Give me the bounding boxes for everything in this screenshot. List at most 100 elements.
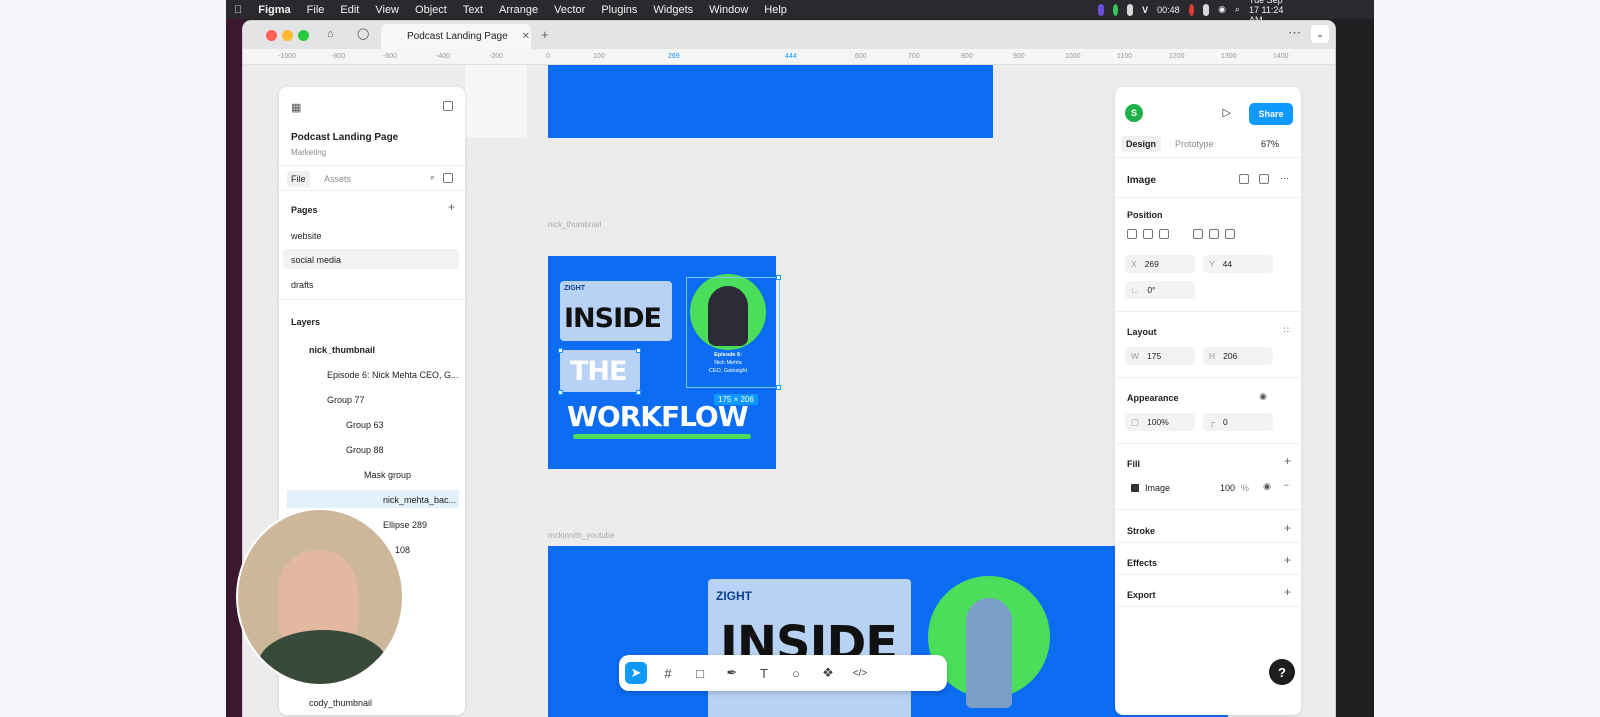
globe-icon[interactable]: ◯	[357, 27, 369, 40]
align-center-icon[interactable]	[1143, 229, 1153, 239]
actions-tool-icon[interactable]: ❖	[817, 662, 839, 684]
height-field[interactable]: H 206	[1203, 347, 1273, 365]
resize-handle[interactable]	[636, 390, 641, 395]
menu-object[interactable]: Object	[407, 4, 455, 16]
text-tool-icon[interactable]: T	[753, 662, 775, 684]
apple-icon[interactable]: 	[226, 4, 250, 16]
page-item-drafts[interactable]: drafts	[283, 274, 459, 294]
more-options-icon[interactable]: ⋯	[1280, 173, 1289, 184]
layer-group-88[interactable]: Group 88	[346, 445, 384, 455]
pages-title[interactable]: Pages	[291, 205, 318, 215]
resize-handle[interactable]	[636, 348, 641, 353]
more-icon[interactable]: ⋯	[1288, 25, 1301, 41]
layer-108[interactable]: 108	[395, 545, 410, 555]
frame-label-nick-thumbnail[interactable]: nick_thumbnail	[548, 220, 601, 229]
close-window-button[interactable]	[266, 30, 277, 41]
move-tool-icon[interactable]: ➤	[625, 662, 647, 684]
export-title[interactable]: Export	[1127, 590, 1156, 600]
menu-text[interactable]: Text	[455, 4, 491, 16]
corner-radius-field[interactable]: ┌ 0	[1203, 413, 1273, 431]
libraries-icon[interactable]	[443, 173, 453, 183]
visibility-icon[interactable]: ◉	[1259, 391, 1267, 402]
layer-mask-group[interactable]: Mask group	[364, 470, 411, 480]
dev-mode-icon[interactable]: </>	[849, 662, 871, 684]
effects-title[interactable]: Effects	[1127, 558, 1157, 568]
layer-ellipse-289[interactable]: Ellipse 289	[383, 520, 427, 530]
image-fill-swatch[interactable]	[1131, 484, 1139, 492]
opacity-field[interactable]: ▢ 100%	[1125, 413, 1195, 431]
x-field[interactable]: X 269	[1125, 255, 1195, 273]
add-fill-icon[interactable]: +	[1284, 454, 1291, 468]
layer-nick-thumbnail[interactable]: nick_thumbnail	[309, 345, 375, 355]
frame-tool-icon[interactable]: #	[657, 662, 679, 684]
nick-thumbnail-frame[interactable]: ZIGHT INSIDE THE WORKFLOW Episode 6: Nic…	[548, 256, 781, 469]
wifi-icon[interactable]: ◉	[1218, 4, 1226, 15]
tab-assets[interactable]: Assets	[324, 174, 351, 184]
design-canvas[interactable]: nick_thumbnail ZIGHT INSIDE THE WORKFLOW…	[243, 65, 1335, 717]
menu-help[interactable]: Help	[756, 4, 795, 16]
menu-widgets[interactable]: Widgets	[645, 4, 701, 16]
chevron-down-icon[interactable]: ⌄	[1311, 25, 1329, 43]
close-tab-icon[interactable]: ✕	[522, 31, 530, 42]
frame-label-youtube[interactable]: mckinnith_youtube	[548, 531, 615, 540]
canvas-frame-top[interactable]	[548, 65, 993, 138]
auto-layout-icon[interactable]: ∷	[1283, 325, 1289, 336]
component-icon[interactable]	[1239, 174, 1249, 184]
v-icon[interactable]: V	[1142, 5, 1148, 15]
new-tab-icon[interactable]: +	[541, 27, 549, 42]
present-icon[interactable]: ▷	[1223, 106, 1231, 119]
app-status-icon[interactable]	[1112, 3, 1119, 16]
team-name[interactable]: Marketing	[291, 148, 326, 157]
zoom-level[interactable]: 67%	[1261, 139, 1279, 149]
layers-title[interactable]: Layers	[291, 317, 320, 327]
maximize-window-button[interactable]	[298, 30, 309, 41]
resize-handle[interactable]	[776, 275, 781, 280]
align-left-icon[interactable]	[1127, 229, 1137, 239]
stroke-title[interactable]: Stroke	[1127, 526, 1155, 536]
file-name[interactable]: Podcast Landing Page	[291, 132, 398, 143]
menu-file[interactable]: File	[299, 4, 333, 16]
search-icon[interactable]: ⌕	[1235, 4, 1240, 15]
menu-arrange[interactable]: Arrange	[491, 4, 546, 16]
resize-handle[interactable]	[776, 385, 781, 390]
remove-fill-icon[interactable]: −	[1284, 480, 1289, 490]
page-item-website[interactable]: website	[283, 225, 459, 245]
tab-file[interactable]: File	[287, 171, 310, 187]
layer-episode-text[interactable]: Episode 6: Nick Mehta CEO, G...	[327, 370, 459, 380]
menu-edit[interactable]: Edit	[332, 4, 367, 16]
share-button[interactable]: Share	[1249, 103, 1293, 125]
menu-plugins[interactable]: Plugins	[593, 4, 645, 16]
cloud-icon[interactable]	[1127, 3, 1134, 16]
add-export-icon[interactable]: +	[1284, 585, 1291, 599]
add-stroke-icon[interactable]: +	[1284, 521, 1291, 535]
resize-handle[interactable]	[558, 348, 563, 353]
add-effect-icon[interactable]: +	[1284, 553, 1291, 567]
layer-nick-mehta-image[interactable]: nick_mehta_bac...	[383, 495, 456, 505]
search-icon[interactable]: ⌕	[430, 172, 435, 183]
layer-group-63[interactable]: Group 63	[346, 420, 384, 430]
comment-tool-icon[interactable]: ○	[785, 662, 807, 684]
minimize-window-button[interactable]	[282, 30, 293, 41]
add-page-icon[interactable]: +	[448, 200, 455, 214]
canvas-frame-left-partial[interactable]	[465, 65, 527, 138]
sidebar-toggle-icon[interactable]	[443, 101, 453, 111]
screen-record-icon[interactable]	[1098, 3, 1104, 16]
home-icon[interactable]: ⌂	[327, 28, 334, 40]
pen-tool-icon[interactable]: ✒	[721, 662, 743, 684]
tab-prototype[interactable]: Prototype	[1175, 139, 1214, 149]
layer-group-77[interactable]: Group 77	[327, 395, 365, 405]
menu-vector[interactable]: Vector	[546, 4, 593, 16]
rotation-field[interactable]: ∟ 0°	[1125, 281, 1195, 299]
help-button[interactable]: ?	[1269, 659, 1295, 685]
menu-window[interactable]: Window	[701, 4, 756, 16]
align-middle-icon[interactable]	[1209, 229, 1219, 239]
figma-menu-icon[interactable]: ▦	[291, 101, 301, 114]
align-bottom-icon[interactable]	[1225, 229, 1235, 239]
align-right-icon[interactable]	[1159, 229, 1169, 239]
tab-design[interactable]: Design	[1121, 136, 1162, 152]
fill-row[interactable]: Image 100 %	[1125, 479, 1249, 497]
y-field[interactable]: Y 44	[1203, 255, 1273, 273]
width-field[interactable]: W 175	[1125, 347, 1195, 365]
align-top-icon[interactable]	[1193, 229, 1203, 239]
rectangle-tool-icon[interactable]: □	[689, 662, 711, 684]
